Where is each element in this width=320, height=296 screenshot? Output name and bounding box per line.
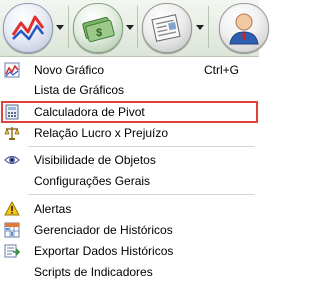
menu-item-visibilidade-de-objetos[interactable]: Visibilidade de Objetos xyxy=(0,150,259,170)
menu-item-relacao-lucro-prejuizo[interactable]: Relação Lucro x Prejuízo xyxy=(0,123,259,143)
chart-icon xyxy=(4,62,20,78)
news-button[interactable] xyxy=(142,3,192,53)
dropdown-menu: Novo Gráfico Ctrl+G Lista de Gráficos Ca… xyxy=(0,57,259,296)
money-button[interactable]: $ xyxy=(73,3,123,53)
menu-item-label: Lista de Gráficos xyxy=(34,83,125,97)
toolbar: $ xyxy=(0,0,269,57)
menu-item-label: Scripts de Indicadores xyxy=(34,265,153,279)
toolbar-separator xyxy=(68,6,69,48)
menu-item-label: Alertas xyxy=(34,202,72,216)
menu-item-alertas[interactable]: Alertas xyxy=(0,199,259,219)
menu-item-label: Gerenciador de Históricos xyxy=(34,223,173,237)
svg-text:$: $ xyxy=(96,27,102,39)
export-icon xyxy=(4,244,20,258)
toolbar-separator xyxy=(137,6,138,48)
user-icon xyxy=(229,13,259,45)
menu-separator xyxy=(28,194,255,195)
menu-item-lista-de-graficos[interactable]: Lista de Gráficos xyxy=(0,80,259,100)
menu-item-scripts-de-indicadores[interactable]: Scripts de Indicadores xyxy=(0,262,259,282)
menu-item-gerenciador-de-historicos[interactable]: Gerenciador de Históricos xyxy=(0,220,259,240)
warning-icon xyxy=(4,201,20,216)
menu-item-label: Relação Lucro x Prejuízo xyxy=(34,126,169,140)
menu-separator xyxy=(28,146,255,147)
toolbar-separator xyxy=(208,6,209,48)
chart-dropdown-arrow[interactable] xyxy=(56,25,64,30)
menu-item-label: Configurações Gerais xyxy=(34,174,151,188)
menu-item-novo-grafico[interactable]: Novo Gráfico Ctrl+G xyxy=(0,60,259,80)
chart-button[interactable] xyxy=(3,3,53,53)
money-dropdown-arrow[interactable] xyxy=(126,25,134,30)
line-chart-icon xyxy=(11,15,45,41)
history-grid-icon xyxy=(4,222,20,238)
menu-item-configuracoes-gerais[interactable]: Configurações Gerais xyxy=(0,171,259,191)
newspaper-icon xyxy=(151,14,181,42)
highlight-box xyxy=(1,101,258,123)
menu-item-exportar-dados-historicos[interactable]: Exportar Dados Históricos xyxy=(0,241,259,261)
user-button[interactable] xyxy=(219,3,269,53)
scale-icon xyxy=(4,127,20,140)
menu-item-shortcut: Ctrl+G xyxy=(204,63,240,77)
money-icon: $ xyxy=(82,16,115,43)
menu-item-label: Visibilidade de Objetos xyxy=(34,153,156,167)
eye-icon xyxy=(4,155,20,165)
news-dropdown-arrow[interactable] xyxy=(196,25,204,30)
menu-item-label: Novo Gráfico xyxy=(34,63,105,77)
menu-item-label: Exportar Dados Históricos xyxy=(34,244,174,258)
